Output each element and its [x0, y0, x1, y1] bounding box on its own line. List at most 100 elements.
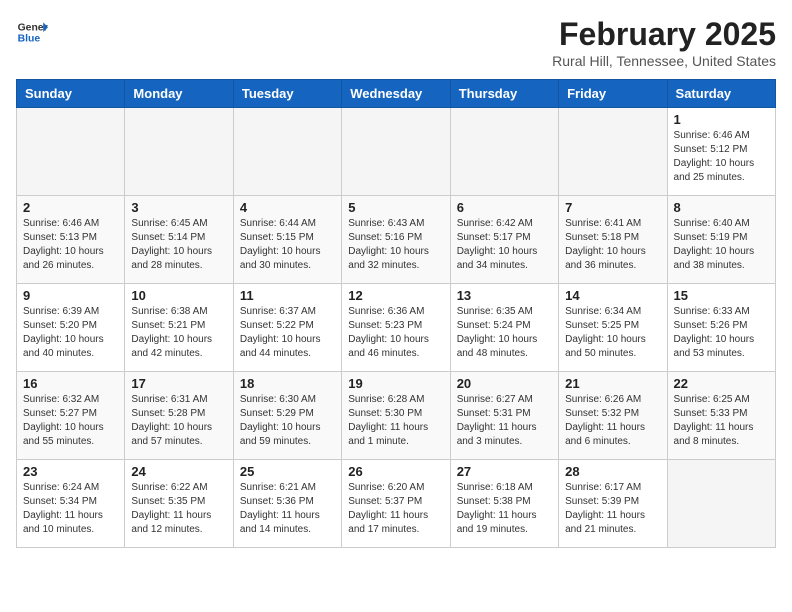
calendar-cell: 3Sunrise: 6:45 AM Sunset: 5:14 PM Daylig…	[125, 196, 233, 284]
page-header: General Blue February 2025 Rural Hill, T…	[16, 16, 776, 69]
calendar-cell: 21 Sunrise: 6:26 AM Sunset: 5:32 PM Dayli…	[559, 372, 667, 460]
calendar-cell: 9 Sunrise: 6:39 AM Sunset: 5:20 PM Daylig…	[17, 284, 125, 372]
weekday-header-row: SundayMondayTuesdayWednesdayThursdayFrid…	[17, 80, 776, 108]
day-number: 4	[240, 200, 335, 215]
day-info: Sunrise: 6:44 AM Sunset: 5:15 PM Dayligh…	[240, 217, 335, 273]
day-info: Sunrise: 6:34 AM Sunset: 5:25 PM Dayligh…	[565, 305, 660, 361]
calendar-cell	[233, 108, 341, 196]
day-number: 14	[565, 288, 660, 303]
calendar-cell: 24 Sunrise: 6:22 AM Sunset: 5:35 PM Dayli…	[125, 460, 233, 548]
calendar-cell: 25 Sunrise: 6:21 AM Sunset: 5:36 PM Dayli…	[233, 460, 341, 548]
logo: General Blue	[16, 16, 48, 48]
calendar-cell: 18 Sunrise: 6:30 AM Sunset: 5:29 PM Dayli…	[233, 372, 341, 460]
calendar-cell: 28 Sunrise: 6:17 AM Sunset: 5:39 PM Dayli…	[559, 460, 667, 548]
day-number: 27	[457, 464, 552, 479]
calendar-cell: 20Sunrise: 6:27 AM Sunset: 5:31 PM Dayli…	[450, 372, 558, 460]
calendar-cell	[559, 108, 667, 196]
logo-icon: General Blue	[16, 16, 48, 48]
calendar-cell: 7 Sunrise: 6:41 AM Sunset: 5:18 PM Daylig…	[559, 196, 667, 284]
day-info: Sunrise: 6:43 AM Sunset: 5:16 PM Dayligh…	[348, 217, 443, 273]
weekday-header: Sunday	[17, 80, 125, 108]
weekday-header: Monday	[125, 80, 233, 108]
day-info: Sunrise: 6:22 AM Sunset: 5:35 PM Dayligh…	[131, 481, 226, 537]
weekday-header: Tuesday	[233, 80, 341, 108]
weekday-header: Wednesday	[342, 80, 450, 108]
calendar-cell: 10Sunrise: 6:38 AM Sunset: 5:21 PM Dayli…	[125, 284, 233, 372]
day-number: 21	[565, 376, 660, 391]
calendar-week-row: 9 Sunrise: 6:39 AM Sunset: 5:20 PM Daylig…	[17, 284, 776, 372]
title-block: February 2025 Rural Hill, Tennessee, Uni…	[552, 16, 776, 69]
calendar-cell: 11 Sunrise: 6:37 AM Sunset: 5:22 PM Dayli…	[233, 284, 341, 372]
day-number: 28	[565, 464, 660, 479]
day-number: 18	[240, 376, 335, 391]
day-number: 24	[131, 464, 226, 479]
weekday-header: Saturday	[667, 80, 775, 108]
day-info: Sunrise: 6:35 AM Sunset: 5:24 PM Dayligh…	[457, 305, 552, 361]
day-info: Sunrise: 6:17 AM Sunset: 5:39 PM Dayligh…	[565, 481, 660, 537]
calendar-cell	[667, 460, 775, 548]
calendar-cell: 26 Sunrise: 6:20 AM Sunset: 5:37 PM Dayli…	[342, 460, 450, 548]
day-number: 5	[348, 200, 443, 215]
day-number: 23	[23, 464, 118, 479]
day-info: Sunrise: 6:40 AM Sunset: 5:19 PM Dayligh…	[674, 217, 769, 273]
day-info: Sunrise: 6:20 AM Sunset: 5:37 PM Dayligh…	[348, 481, 443, 537]
day-info: Sunrise: 6:31 AM Sunset: 5:28 PM Dayligh…	[131, 393, 226, 449]
day-info: Sunrise: 6:21 AM Sunset: 5:36 PM Dayligh…	[240, 481, 335, 537]
calendar-week-row: 16 Sunrise: 6:32 AM Sunset: 5:27 PM Dayli…	[17, 372, 776, 460]
weekday-header: Friday	[559, 80, 667, 108]
calendar-cell: 15 Sunrise: 6:33 AM Sunset: 5:26 PM Dayli…	[667, 284, 775, 372]
day-number: 13	[457, 288, 552, 303]
day-info: Sunrise: 6:42 AM Sunset: 5:17 PM Dayligh…	[457, 217, 552, 273]
day-number: 7	[565, 200, 660, 215]
svg-text:Blue: Blue	[18, 34, 41, 45]
day-info: Sunrise: 6:41 AM Sunset: 5:18 PM Dayligh…	[565, 217, 660, 273]
calendar-week-row: 23 Sunrise: 6:24 AM Sunset: 5:34 PM Dayli…	[17, 460, 776, 548]
day-number: 22	[674, 376, 769, 391]
day-info: Sunrise: 6:37 AM Sunset: 5:22 PM Dayligh…	[240, 305, 335, 361]
calendar-cell: 17 Sunrise: 6:31 AM Sunset: 5:28 PM Dayli…	[125, 372, 233, 460]
day-info: Sunrise: 6:24 AM Sunset: 5:34 PM Dayligh…	[23, 481, 118, 537]
day-info: Sunrise: 6:45 AM Sunset: 5:14 PM Dayligh…	[131, 217, 226, 273]
calendar-cell: 23 Sunrise: 6:24 AM Sunset: 5:34 PM Dayli…	[17, 460, 125, 548]
day-number: 17	[131, 376, 226, 391]
day-number: 9	[23, 288, 118, 303]
calendar-week-row: 2 Sunrise: 6:46 AM Sunset: 5:13 PM Daylig…	[17, 196, 776, 284]
day-number: 1	[674, 112, 769, 127]
day-info: Sunrise: 6:30 AM Sunset: 5:29 PM Dayligh…	[240, 393, 335, 449]
calendar-cell: 27Sunrise: 6:18 AM Sunset: 5:38 PM Dayli…	[450, 460, 558, 548]
day-info: Sunrise: 6:39 AM Sunset: 5:20 PM Dayligh…	[23, 305, 118, 361]
calendar-cell: 4 Sunrise: 6:44 AM Sunset: 5:15 PM Daylig…	[233, 196, 341, 284]
day-info: Sunrise: 6:33 AM Sunset: 5:26 PM Dayligh…	[674, 305, 769, 361]
calendar-week-row: 1 Sunrise: 6:46 AM Sunset: 5:12 PM Daylig…	[17, 108, 776, 196]
day-info: Sunrise: 6:26 AM Sunset: 5:32 PM Dayligh…	[565, 393, 660, 449]
calendar-cell: 19Sunrise: 6:28 AM Sunset: 5:30 PM Dayli…	[342, 372, 450, 460]
day-number: 6	[457, 200, 552, 215]
calendar-cell	[450, 108, 558, 196]
day-number: 26	[348, 464, 443, 479]
calendar-cell: 13 Sunrise: 6:35 AM Sunset: 5:24 PM Dayli…	[450, 284, 558, 372]
calendar-cell: 8 Sunrise: 6:40 AM Sunset: 5:19 PM Daylig…	[667, 196, 775, 284]
calendar-cell	[125, 108, 233, 196]
calendar-cell: 12Sunrise: 6:36 AM Sunset: 5:23 PM Dayli…	[342, 284, 450, 372]
day-info: Sunrise: 6:25 AM Sunset: 5:33 PM Dayligh…	[674, 393, 769, 449]
day-number: 2	[23, 200, 118, 215]
day-number: 8	[674, 200, 769, 215]
day-number: 15	[674, 288, 769, 303]
calendar-cell: 16 Sunrise: 6:32 AM Sunset: 5:27 PM Dayli…	[17, 372, 125, 460]
day-info: Sunrise: 6:46 AM Sunset: 5:13 PM Dayligh…	[23, 217, 118, 273]
day-number: 11	[240, 288, 335, 303]
calendar-cell: 22 Sunrise: 6:25 AM Sunset: 5:33 PM Dayli…	[667, 372, 775, 460]
day-number: 25	[240, 464, 335, 479]
calendar-cell: 1 Sunrise: 6:46 AM Sunset: 5:12 PM Daylig…	[667, 108, 775, 196]
day-info: Sunrise: 6:27 AM Sunset: 5:31 PM Dayligh…	[457, 393, 552, 449]
day-number: 10	[131, 288, 226, 303]
day-info: Sunrise: 6:36 AM Sunset: 5:23 PM Dayligh…	[348, 305, 443, 361]
calendar-cell: 2 Sunrise: 6:46 AM Sunset: 5:13 PM Daylig…	[17, 196, 125, 284]
day-info: Sunrise: 6:32 AM Sunset: 5:27 PM Dayligh…	[23, 393, 118, 449]
day-number: 16	[23, 376, 118, 391]
day-info: Sunrise: 6:46 AM Sunset: 5:12 PM Dayligh…	[674, 129, 769, 185]
calendar: SundayMondayTuesdayWednesdayThursdayFrid…	[16, 79, 776, 548]
calendar-cell	[17, 108, 125, 196]
month-title: February 2025	[552, 16, 776, 53]
calendar-cell: 5 Sunrise: 6:43 AM Sunset: 5:16 PM Daylig…	[342, 196, 450, 284]
